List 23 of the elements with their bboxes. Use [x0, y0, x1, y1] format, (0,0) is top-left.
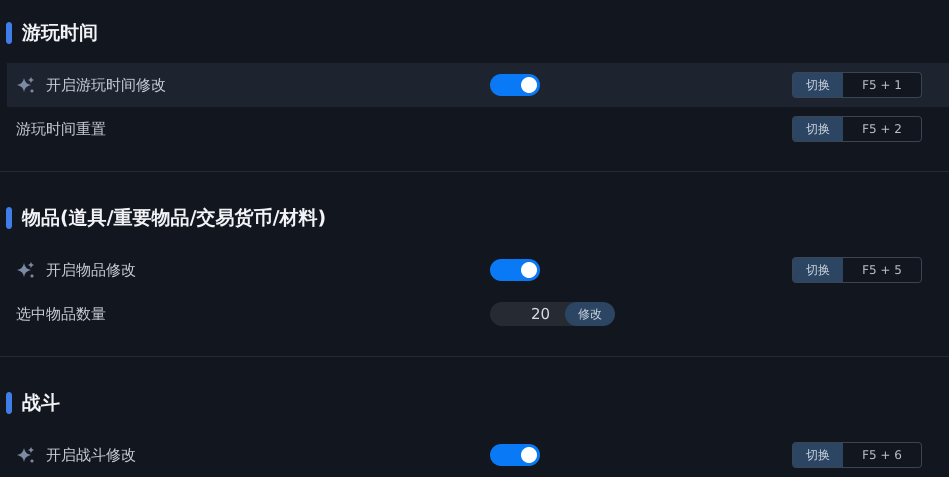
hotkey-mode-button[interactable]: 切换	[793, 73, 843, 97]
hotkey-mode-button[interactable]: 切换	[793, 117, 843, 141]
apply-button[interactable]: 修改	[565, 302, 615, 326]
option-label: 游玩时间重置	[16, 118, 106, 140]
option-label: 开启游玩时间修改	[46, 74, 166, 96]
option-label: 选中物品数量	[16, 304, 106, 325]
hotkey-mode-button[interactable]: 切换	[793, 258, 843, 282]
toggle-switch[interactable]	[490, 444, 540, 466]
section-marker	[6, 207, 12, 229]
hotkey-label[interactable]: F5 + 1	[843, 73, 921, 97]
option-label: 开启物品修改	[46, 260, 136, 281]
toggle-switch[interactable]	[490, 74, 540, 96]
section-marker	[6, 22, 12, 44]
hotkey-mode-button[interactable]: 切换	[793, 443, 843, 467]
section-title: 战斗	[22, 390, 60, 416]
sparkle-icon	[16, 261, 34, 279]
section-title: 物品(道具/重要物品/交易货币/材料)	[22, 206, 326, 231]
sparkle-icon	[16, 76, 34, 94]
section-marker	[6, 392, 12, 414]
toggle-switch[interactable]	[490, 259, 540, 281]
sparkle-icon	[16, 446, 34, 464]
option-label: 开启战斗修改	[46, 444, 136, 466]
section-title: 游玩时间	[22, 20, 98, 46]
